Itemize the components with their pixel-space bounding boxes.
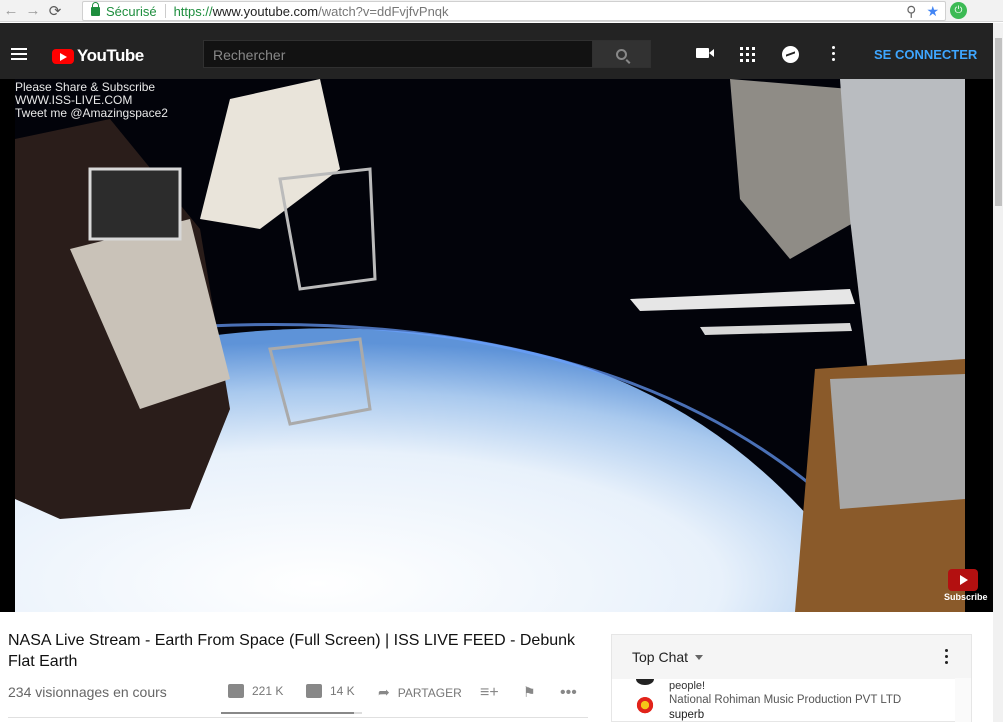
video-camera-icon[interactable] xyxy=(696,48,714,58)
subscribe-watermark[interactable]: Subscribe xyxy=(944,569,988,605)
url-path: /watch?v=ddFvjfvPnqk xyxy=(318,3,449,19)
sentiment-fill xyxy=(221,712,354,714)
search-icon xyxy=(616,48,627,60)
address-bar[interactable]: Sécurisé https:// www.youtube.com /watch… xyxy=(82,1,946,21)
add-to-playlist-icon[interactable]: ≡+ xyxy=(480,684,499,702)
youtube-logo[interactable]: YouTube xyxy=(52,46,144,66)
logo-text: YouTube xyxy=(77,46,144,65)
chat-header: Top Chat xyxy=(612,635,971,679)
url-scheme: https:// xyxy=(173,3,213,19)
subscribe-watermark-label: Subscribe xyxy=(944,592,988,602)
youtube-play-icon xyxy=(52,48,74,64)
chat-scrollbar[interactable] xyxy=(955,678,971,722)
avatar xyxy=(636,679,654,685)
more-vert-icon[interactable] xyxy=(832,46,836,64)
avatar xyxy=(636,697,654,715)
chat-message-author: National Rohiman Music Production PVT LT… xyxy=(669,694,902,706)
sentiment-bar xyxy=(221,712,362,714)
sign-in-button[interactable]: SE CONNECTER xyxy=(874,47,977,62)
search-input[interactable]: Rechercher xyxy=(203,40,593,68)
search-button[interactable] xyxy=(592,40,651,68)
share-icon: ➦ xyxy=(378,684,390,700)
thumbs-up-icon xyxy=(228,684,244,698)
dislike-count: 14 K xyxy=(330,684,355,698)
star-icon[interactable]: ★ xyxy=(926,3,939,20)
forward-arrow-icon[interactable]: → xyxy=(22,0,44,22)
chat-messages[interactable]: people! National Rohiman Music Productio… xyxy=(612,679,971,723)
share-button[interactable]: ➦ PARTAGER xyxy=(378,684,462,701)
overlay-line-3: Tweet me @Amazingspace2 xyxy=(15,106,168,120)
video-actions: 221 K 14 K ➦ PARTAGER ≡+ ⚑ ••• xyxy=(228,684,588,704)
live-chat: Top Chat people! National Rohiman Music … xyxy=(611,634,972,722)
apps-grid-icon[interactable] xyxy=(740,47,755,62)
thumbs-down-icon xyxy=(306,684,322,698)
dislike-button[interactable]: 14 K xyxy=(306,684,355,698)
share-label: PARTAGER xyxy=(397,685,462,700)
info-divider xyxy=(8,717,588,718)
chevron-down-icon[interactable] xyxy=(695,654,704,660)
back-arrow-icon[interactable]: ← xyxy=(0,0,22,22)
video-overlay-text: Please Share & Subscribe WWW.ISS-LIVE.CO… xyxy=(15,81,168,120)
url-host: www.youtube.com xyxy=(212,3,319,19)
secure-indicator[interactable]: Sécurisé xyxy=(83,1,157,19)
messages-icon[interactable] xyxy=(782,46,799,63)
flag-icon[interactable]: ⚑ xyxy=(523,684,536,701)
video-frame xyxy=(0,79,993,612)
extension-icon[interactable]: ⏻ xyxy=(950,2,967,19)
scrollbar-thumb[interactable] xyxy=(995,38,1002,206)
lock-icon xyxy=(91,1,100,16)
chat-more-icon[interactable] xyxy=(945,649,949,667)
video-title: NASA Live Stream - Earth From Space (Ful… xyxy=(8,632,576,670)
chat-message-tail: people! xyxy=(669,680,706,692)
zoom-icon[interactable]: ⚲ xyxy=(906,3,916,20)
more-horiz-icon[interactable]: ••• xyxy=(560,684,577,702)
hamburger-icon[interactable] xyxy=(11,48,27,60)
browser-toolbar: ← → ⟳ Sécurisé https:// www.youtube.com … xyxy=(0,0,1003,22)
chat-message-text: superb xyxy=(669,709,705,721)
like-count: 221 K xyxy=(252,684,284,698)
secure-label: Sécurisé xyxy=(106,3,157,19)
reload-icon[interactable]: ⟳ xyxy=(44,0,66,22)
like-button[interactable]: 221 K xyxy=(228,684,283,698)
video-player[interactable]: Please Share & Subscribe WWW.ISS-LIVE.CO… xyxy=(0,79,993,612)
subscribe-play-icon xyxy=(948,569,978,591)
chat-mode-label[interactable]: Top Chat xyxy=(632,649,688,665)
view-count: 234 visionnages en cours xyxy=(8,684,167,700)
omnibox-separator xyxy=(164,4,166,18)
